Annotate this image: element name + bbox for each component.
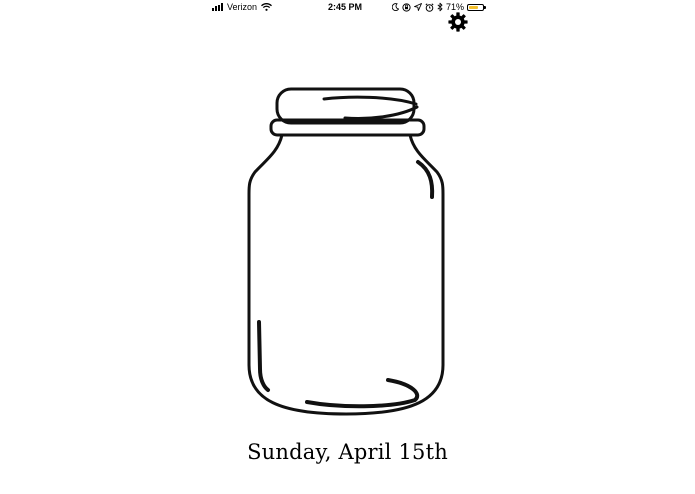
battery-fill: [469, 5, 479, 9]
mason-jar-icon: [247, 87, 445, 416]
location-arrow-icon: [414, 3, 422, 11]
rotation-lock-icon: [402, 2, 411, 12]
date-label: Sunday, April 15th: [247, 440, 448, 464]
carrier-label: Verizon: [227, 2, 258, 12]
status-time: 2:45 PM: [328, 2, 363, 12]
status-bar-left: Verizon: [212, 0, 272, 14]
gear-icon[interactable]: [448, 12, 468, 32]
battery-icon: [467, 3, 486, 11]
status-bar: Verizon 2:45 PM 71%: [212, 0, 486, 14]
alarm-icon: [425, 2, 434, 12]
status-bar-right: 71%: [391, 0, 486, 14]
bluetooth-icon: [437, 2, 443, 12]
wifi-icon: [261, 3, 272, 11]
moon-icon: [391, 3, 399, 11]
cellular-signal-icon: [212, 3, 223, 11]
battery-tip: [484, 6, 486, 9]
